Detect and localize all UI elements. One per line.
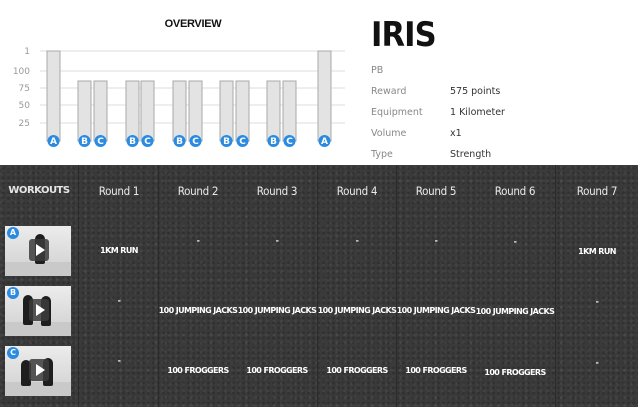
round-cell: 100 FROGGERS: [405, 366, 467, 375]
column-divider: [78, 165, 79, 407]
round-cell: -: [196, 236, 200, 245]
round-cell: -: [117, 356, 121, 365]
chart-bar: [219, 80, 234, 142]
y-tick-label: 75: [19, 84, 30, 94]
round-cell: -: [595, 297, 599, 306]
y-tick-label: 100: [13, 67, 30, 77]
bar-category-label: B: [223, 137, 230, 147]
round-cell: -: [595, 358, 599, 367]
column-divider: [555, 165, 556, 407]
info-label: Type: [371, 149, 393, 160]
bar-category-label: C: [192, 137, 199, 147]
round-cell: 100 JUMPING JACKS: [158, 306, 238, 315]
bar-category-label: B: [81, 137, 88, 147]
chart-bar: [235, 80, 250, 142]
overview-title: OVERVIEW: [164, 18, 222, 30]
round-cell: 100 FROGGERS: [484, 368, 546, 377]
round-cell: -: [117, 296, 121, 305]
bar-category-label: B: [270, 137, 277, 147]
chart-bar: [188, 80, 203, 142]
workout-header-panel: OVERVIEW 1 100 75 50 25 A B C B C B C B C B C A IRIS PB …: [0, 0, 638, 165]
round-cell: 100 FROGGERS: [167, 366, 229, 375]
y-tick-label: 1: [24, 47, 30, 57]
round-cell: 100 FROGGERS: [326, 366, 388, 375]
round-header: Round 7: [576, 184, 618, 198]
y-tick-label: 25: [19, 119, 30, 129]
exercise-badge: B: [7, 287, 19, 299]
play-icon[interactable]: [29, 239, 49, 261]
info-value: 575 points: [450, 86, 501, 97]
bar-category-label: B: [176, 137, 183, 147]
round-header: Round 6: [494, 184, 536, 198]
y-tick-label: 50: [19, 101, 31, 111]
info-label: PB: [371, 65, 384, 76]
chart-bar: [46, 50, 61, 142]
bar-category-label: C: [97, 137, 104, 147]
round-cell: 1KM RUN: [100, 246, 138, 255]
rounds-grid: WORKOUTS Round 1 Round 2 Round 3 Round 4…: [0, 165, 638, 407]
chart-bar: [77, 80, 92, 142]
info-value: x1: [450, 128, 462, 139]
play-icon[interactable]: [29, 299, 49, 321]
round-cell: 100 JUMPING JACKS: [475, 307, 555, 316]
info-label: Equipment: [371, 107, 423, 118]
round-header: Round 1: [98, 184, 140, 198]
round-cell: 100 JUMPING JACKS: [237, 306, 317, 315]
chart-bar: [140, 80, 155, 142]
info-value: 1 Kilometer: [450, 107, 505, 118]
bar-category-label: C: [239, 137, 246, 147]
round-cell: -: [355, 236, 359, 245]
info-label: Reward: [371, 86, 407, 97]
chart-bar: [282, 80, 297, 142]
exercise-badge: C: [7, 347, 19, 359]
exercise-badge: A: [7, 227, 19, 239]
round-cell: 100 JUMPING JACKS: [317, 306, 397, 315]
round-cell: 100 JUMPING JACKS: [396, 306, 476, 315]
overview-chart: 1100755025A B C B C B C B C B C A: [13, 47, 345, 147]
chart-bar: [93, 80, 108, 142]
video-thumbnail-c[interactable]: C: [5, 346, 71, 396]
chart-bar: [172, 80, 187, 142]
round-header: Round 3: [256, 184, 298, 198]
round-cell: -: [434, 236, 438, 245]
workouts-header: WORKOUTS: [8, 185, 70, 196]
bar-category-label: B: [129, 137, 136, 147]
bar-category-label: C: [286, 137, 293, 147]
chart-bar: [125, 80, 140, 142]
round-header: Round 4: [336, 184, 378, 198]
round-cell: -: [275, 236, 279, 245]
round-cell: 100 FROGGERS: [246, 366, 308, 375]
chart-bar: [266, 80, 281, 142]
video-thumbnail-a[interactable]: A: [5, 226, 71, 276]
round-header: Round 5: [415, 184, 457, 198]
bar-category-label: C: [144, 137, 151, 147]
video-thumbnail-b[interactable]: B: [5, 286, 71, 336]
info-value: Strength: [450, 149, 492, 160]
chart-bar: [317, 50, 332, 142]
bar-category-label: A: [321, 137, 328, 147]
play-icon[interactable]: [29, 359, 49, 381]
round-header: Round 2: [177, 184, 219, 198]
workout-title: IRIS: [371, 15, 437, 55]
bar-category-label: A: [50, 137, 57, 147]
round-cell: 1KM RUN: [578, 247, 616, 256]
round-cell: -: [513, 237, 517, 246]
info-label: Volume: [371, 128, 407, 139]
